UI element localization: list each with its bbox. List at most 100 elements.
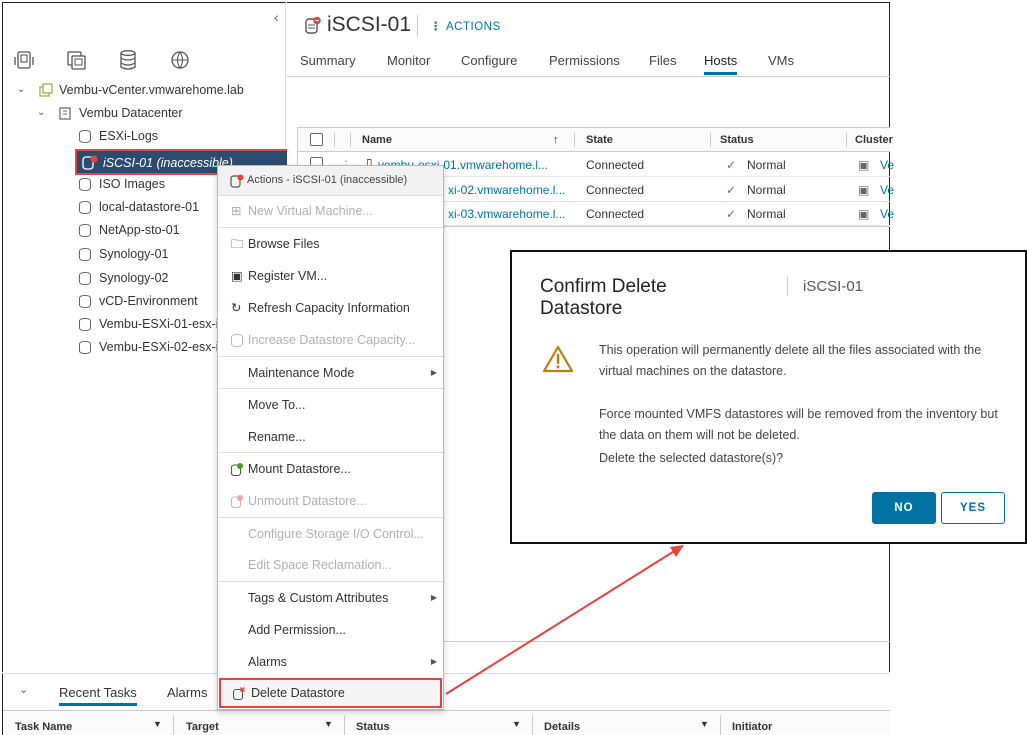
tree-item-datacenter[interactable]: ⌄ Vembu Datacenter <box>3 102 287 124</box>
tree-item-vcenter[interactable]: ⌄ Vembu-vCenter.vmwarehome.lab <box>3 79 287 101</box>
checkmark-icon: ✓ <box>726 158 737 172</box>
column-header-status[interactable]: Status <box>720 134 754 146</box>
filter-icon[interactable]: ▼ <box>324 719 333 729</box>
filter-icon[interactable]: ▼ <box>700 719 709 729</box>
menu-item-move-to[interactable]: Move To... <box>218 393 443 417</box>
tab-alarms[interactable]: Alarms <box>167 685 207 700</box>
column-divider <box>846 132 847 148</box>
menu-item-register-vm[interactable]: ▣ Register VM... <box>218 264 443 288</box>
tree-item-label: Vembu Datacenter <box>79 106 183 120</box>
tab-hosts[interactable]: Hosts <box>704 53 738 75</box>
datastore-icon <box>231 334 243 347</box>
menu-item-rename[interactable]: Rename... <box>218 425 443 449</box>
host-status: Normal <box>747 207 786 221</box>
tasks-grid-header: Task Name ▼ Target ▼ Status ▼ Details ▼ … <box>3 710 890 735</box>
dialog-title: Confirm Delete Datastore <box>540 276 667 319</box>
object-tabs: Summary Monitor Configure Permissions Fi… <box>287 51 890 77</box>
menu-item-label: New Virtual Machine... <box>248 204 373 218</box>
storage-icon[interactable] <box>117 49 139 71</box>
datastore-context-menu: Actions - iSCSI-01 (inaccessible) ⊞ New … <box>217 165 444 710</box>
filter-icon[interactable]: ▼ <box>153 719 162 729</box>
no-button[interactable]: NO <box>872 492 936 524</box>
menu-item-new-vm[interactable]: ⊞ New Virtual Machine... <box>218 199 443 223</box>
menu-item-add-permission[interactable]: Add Permission... <box>218 618 443 642</box>
tree-item-label: Vembu-ESXi-01-esx-i <box>99 317 219 331</box>
cluster-link[interactable]: Ve <box>880 207 894 221</box>
folder-icon: 🗀 <box>231 237 244 251</box>
tab-monitor[interactable]: Monitor <box>387 53 430 68</box>
tree-item-label: vCD-Environment <box>99 294 198 308</box>
actions-button[interactable]: ⋮ ACTIONS <box>430 19 501 33</box>
column-header-initiator[interactable]: Initiator <box>732 721 772 733</box>
tree-item-datastore[interactable]: ESXi-Logs <box>3 125 287 147</box>
menu-divider <box>218 452 443 453</box>
caret-down-icon[interactable]: ⌄ <box>17 79 25 101</box>
submenu-arrow-icon: ▶ <box>430 593 437 602</box>
select-all-checkbox[interactable] <box>310 133 323 146</box>
tab-files[interactable]: Files <box>649 53 676 68</box>
cluster-icon: ▣ <box>858 158 870 172</box>
column-header-target[interactable]: Target <box>186 721 219 733</box>
host-state: Connected <box>586 207 645 221</box>
menu-divider <box>218 517 443 518</box>
datastore-icon <box>79 295 91 308</box>
tab-recent-tasks[interactable]: Recent Tasks <box>59 685 137 706</box>
datastore-icon <box>79 201 91 214</box>
menu-item-maintenance-mode[interactable]: Maintenance Mode ▶ <box>218 361 443 385</box>
menu-item-configure-sioc[interactable]: Configure Storage I/O Control... <box>218 522 443 546</box>
vms-templates-icon[interactable] <box>65 49 87 71</box>
tab-vms[interactable]: VMs <box>768 53 794 68</box>
menu-item-label: Add Permission... <box>248 623 346 637</box>
menu-item-label: Browse Files <box>248 237 320 251</box>
tab-configure[interactable]: Configure <box>461 53 517 68</box>
menu-item-delete-datastore[interactable]: Delete Datastore <box>219 678 442 708</box>
menu-item-edit-space-reclamation[interactable]: Edit Space Reclamation... <box>218 553 443 577</box>
menu-item-mount[interactable]: Mount Datastore... <box>218 457 443 481</box>
recent-tasks-panel: ⌄ Recent Tasks Alarms Task Name ▼ Target… <box>2 673 890 735</box>
datastore-icon <box>79 318 91 331</box>
tab-summary[interactable]: Summary <box>300 53 356 68</box>
tab-permissions[interactable]: Permissions <box>549 53 620 68</box>
menu-item-refresh-capacity[interactable]: ↻ Refresh Capacity Information <box>218 296 443 320</box>
datacenter-icon <box>59 107 71 120</box>
column-header-details[interactable]: Details <box>544 721 580 733</box>
column-header-status[interactable]: Status <box>356 721 390 733</box>
sort-up-icon[interactable]: ↑ <box>553 134 559 146</box>
column-header-state[interactable]: State <box>586 134 613 146</box>
caret-down-icon[interactable]: ⌄ <box>37 102 45 124</box>
divider <box>417 15 418 37</box>
datastore-error-icon <box>230 174 244 188</box>
grid-header: Name ↑ State Status Cluster <box>298 128 893 152</box>
host-name-link[interactable]: xi-03.vmwarehome.l... <box>448 207 565 221</box>
menu-divider <box>218 356 443 357</box>
menu-item-unmount[interactable]: Unmount Datastore... <box>218 489 443 513</box>
chevron-down-icon[interactable]: ⌄ <box>19 683 28 696</box>
tree-item-label: ISO Images <box>99 177 165 191</box>
chevron-left-icon[interactable]: ‹ <box>274 9 279 25</box>
menu-item-label: Increase Datastore Capacity... <box>248 333 416 347</box>
menu-item-alarms[interactable]: Alarms ▶ <box>218 650 443 674</box>
column-header-task-name[interactable]: Task Name <box>15 721 72 733</box>
column-divider <box>574 132 575 148</box>
cluster-link[interactable]: Ve <box>880 158 894 172</box>
menu-item-tags[interactable]: Tags & Custom Attributes ▶ <box>218 586 443 610</box>
cluster-icon: ▣ <box>858 207 870 221</box>
filter-icon[interactable]: ▼ <box>512 719 521 729</box>
menu-item-browse-files[interactable]: 🗀 Browse Files <box>218 232 443 256</box>
hosts-clusters-icon[interactable] <box>13 49 35 71</box>
menu-item-label: Register VM... <box>248 269 328 283</box>
warning-icon <box>542 345 574 373</box>
column-header-name[interactable]: Name <box>362 134 392 146</box>
column-header-cluster[interactable]: Cluster <box>855 134 893 146</box>
menu-item-label: Maintenance Mode <box>248 366 355 380</box>
refresh-icon: ↻ <box>231 301 242 315</box>
host-name-link[interactable]: xi-02.vmwarehome.l... <box>448 183 565 197</box>
cluster-link[interactable]: Ve <box>880 183 894 197</box>
networking-icon[interactable] <box>169 49 191 71</box>
dialog-subtitle: iSCSI-01 <box>803 278 864 295</box>
menu-item-increase-capacity[interactable]: Increase Datastore Capacity... <box>218 328 443 352</box>
yes-button[interactable]: YES <box>941 492 1005 524</box>
host-status: Normal <box>747 158 786 172</box>
register-vm-icon: ▣ <box>231 269 243 283</box>
cluster-icon: ▣ <box>858 183 870 197</box>
